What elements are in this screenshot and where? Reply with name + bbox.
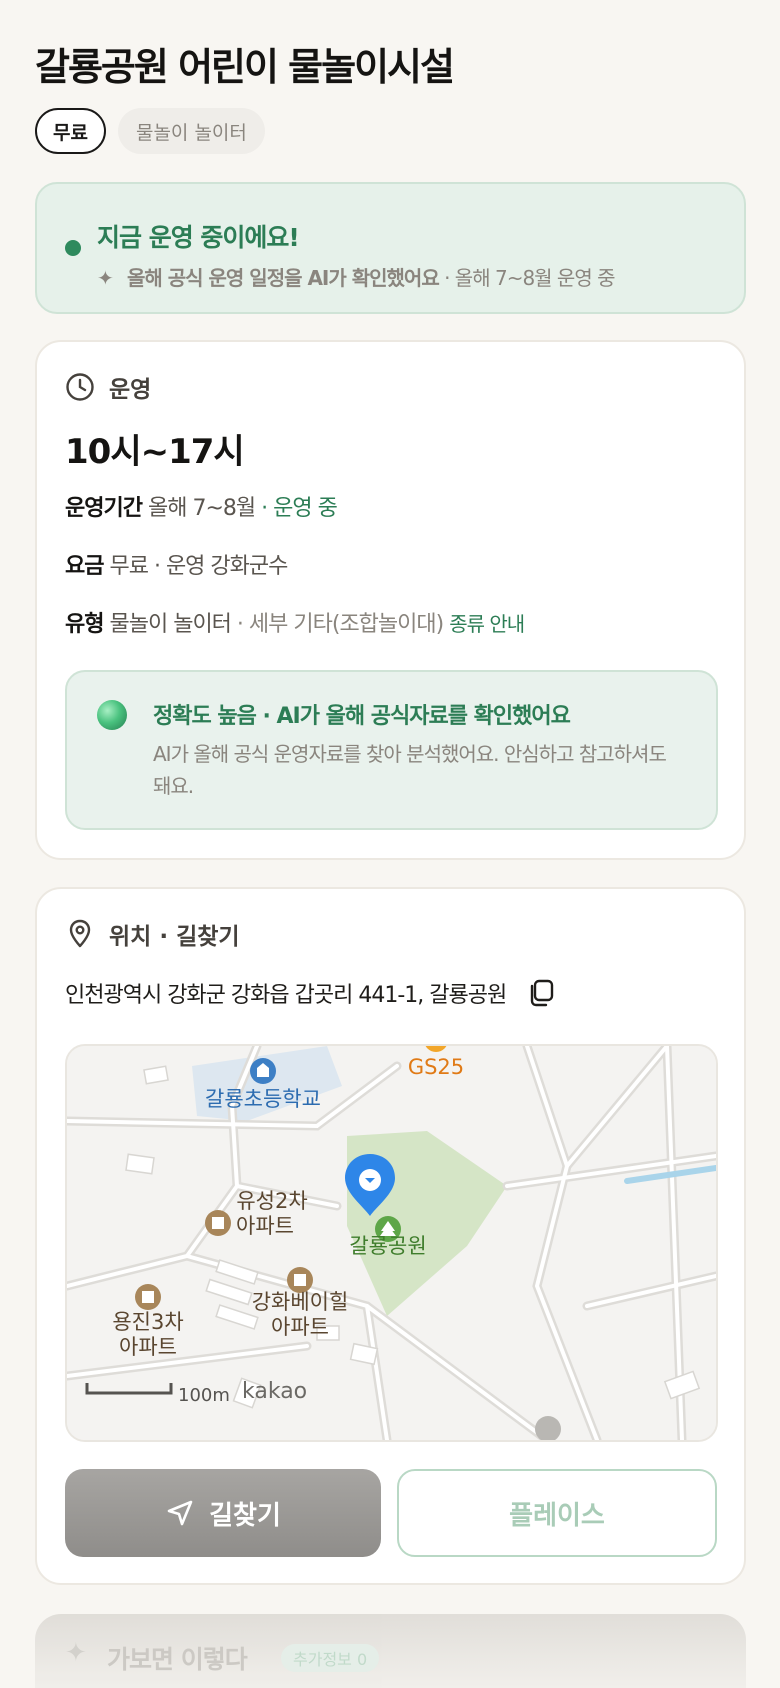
fee-row: 요금 무료 · 운영 강화군수 bbox=[65, 548, 288, 580]
map-label-apt3-line1: 용진3차 bbox=[112, 1310, 183, 1334]
copy-icon[interactable] bbox=[526, 978, 556, 1008]
directions-button[interactable]: 길찾기 bbox=[65, 1469, 381, 1557]
period-status: · 운영 중 bbox=[255, 496, 338, 521]
period-key: 운영기간 bbox=[65, 496, 143, 521]
navigation-arrow-icon bbox=[167, 1500, 193, 1526]
experience-badge: 추가정보 0 bbox=[281, 1644, 380, 1672]
status-sub-bold: 올해 공식 운영 일정을 AI가 확인했어요 bbox=[127, 266, 440, 290]
type-value: 물놀이 놀이터 bbox=[109, 612, 231, 637]
action-buttons: 길찾기 플레이스 bbox=[65, 1469, 717, 1557]
tag-free[interactable]: 무료 bbox=[35, 108, 106, 154]
location-card: 위치 · 길찾기 인천광역시 강화군 강화읍 갑곳리 441-1, 갈룡공원 갈… bbox=[35, 887, 746, 1585]
type-row: 유형 물놀이 놀이터 · 세부 기타(조합놀이대) 종류 안내 bbox=[65, 606, 525, 638]
map-label-apt3-line2: 아파트 bbox=[119, 1335, 177, 1359]
sparkle-icon-peek: ✦ bbox=[65, 1638, 87, 1668]
sparkle-icon: ✦ bbox=[97, 266, 114, 290]
experience-card-peek[interactable]: ✦ 가보면 이렇다 추가정보 0 bbox=[35, 1614, 746, 1688]
status-card: 지금 운영 중이에요! ✦ 올해 공식 운영 일정을 AI가 확인했어요 · 올해… bbox=[35, 182, 746, 314]
location-section-label: 위치 · 길찾기 bbox=[109, 924, 240, 950]
page-title: 갈룡공원 어린이 물놀이시설 bbox=[35, 45, 455, 89]
map-label-store: GS25 bbox=[408, 1055, 464, 1079]
address-text: 인천광역시 강화군 강화읍 갑곳리 441-1, 갈룡공원 bbox=[65, 983, 507, 1008]
type-key: 유형 bbox=[65, 612, 104, 637]
map-label-apt1-line1: 유성2차 bbox=[236, 1189, 307, 1213]
status-subtitle: ✦ 올해 공식 운영 일정을 AI가 확인했어요 · 올해 7~8월 운영 중 bbox=[97, 262, 615, 291]
period-value: 올해 7~8월 bbox=[147, 496, 256, 521]
fee-key: 요금 bbox=[65, 554, 104, 579]
location-section-header: 위치 · 길찾기 bbox=[65, 917, 240, 951]
school-poi-icon bbox=[250, 1058, 276, 1084]
clock-icon bbox=[66, 373, 94, 401]
map-brand-logo: kakao bbox=[242, 1379, 307, 1404]
period-row: 운영기간 올해 7~8월 · 운영 중 bbox=[65, 490, 338, 522]
map-pin-icon bbox=[69, 919, 91, 948]
page: 갈룡공원 어린이 물놀이시설 무료 물놀이 놀이터 지금 운영 중이에요! ✦ 올… bbox=[0, 0, 780, 1688]
ai-accuracy-description: AI가 올해 공식 운영자료를 찾아 분석했어요. 안심하고 참고하셔도 돼요. bbox=[153, 742, 667, 798]
map-label-apt2-line2: 아파트 bbox=[271, 1315, 329, 1339]
directions-button-label: 길찾기 bbox=[209, 1500, 281, 1531]
location-map[interactable]: 갈룡초등학교 GS25 갈룡공원 유성2차 아파트 강화베이힐 아파트 용진3차… bbox=[65, 1044, 718, 1442]
tag-list: 무료 물놀이 놀이터 bbox=[35, 108, 265, 154]
place-button-label: 플레이스 bbox=[509, 1500, 605, 1531]
address-row: 인천광역시 강화군 강화읍 갑곳리 441-1, 갈룡공원 bbox=[65, 977, 556, 1009]
status-title: 지금 운영 중이에요! bbox=[97, 223, 300, 252]
hours-section-label: 운영 bbox=[109, 377, 152, 403]
status-sub-rest: · 올해 7~8월 운영 중 bbox=[438, 266, 615, 290]
map-label-apt1-line2: 아파트 bbox=[236, 1214, 294, 1238]
place-button[interactable]: 플레이스 bbox=[397, 1469, 717, 1557]
type-guide-link[interactable]: 종류 안내 bbox=[449, 612, 525, 636]
status-dot-icon bbox=[65, 240, 81, 256]
apartment-poi-icon-1 bbox=[205, 1210, 231, 1236]
type-detail: · 세부 기타(조합놀이대) bbox=[230, 612, 444, 637]
fee-value: 무료 · 운영 강화군수 bbox=[109, 554, 288, 579]
ai-accuracy-title: 정확도 높음 · AI가 올해 공식자료를 확인했어요 bbox=[153, 704, 571, 729]
experience-title: 가보면 이렇다 bbox=[107, 1645, 248, 1674]
map-label-apt2-line1: 강화베이힐 bbox=[252, 1290, 349, 1314]
ai-accuracy-box: 정확도 높음 · AI가 올해 공식자료를 확인했어요 AI가 올해 공식 운영… bbox=[65, 670, 718, 830]
tag-category[interactable]: 물놀이 놀이터 bbox=[117, 108, 265, 154]
map-scale-label: 100m bbox=[178, 1385, 230, 1406]
operating-hours: 10시~17시 bbox=[65, 432, 245, 472]
hours-card: 운영 10시~17시 운영기간 올해 7~8월 · 운영 중 요금 무료 · 운영 … bbox=[35, 340, 746, 860]
map-label-park: 갈룡공원 bbox=[349, 1234, 426, 1258]
apartment-poi-icon-3 bbox=[135, 1284, 161, 1310]
hours-section-header: 운영 bbox=[65, 370, 151, 404]
map-label-school: 갈룡초등학교 bbox=[205, 1087, 321, 1111]
ai-orb-icon bbox=[97, 700, 127, 730]
